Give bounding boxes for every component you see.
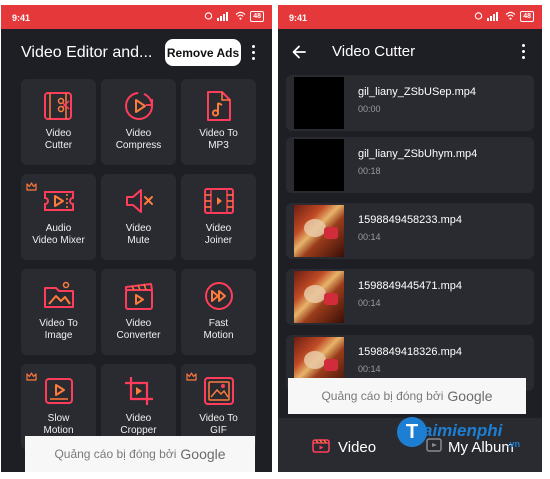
ad-banner[interactable]: Quảng cáo bị đóng bởi Google <box>25 436 255 472</box>
video-list-item[interactable]: 1598849458233.mp4 00:14 <box>286 203 534 259</box>
tool-label: Video To GIF <box>199 413 238 436</box>
video-duration: 00:14 <box>358 298 381 308</box>
wifi-icon <box>505 11 516 22</box>
premium-crown-icon <box>186 368 197 381</box>
fast-forward-icon <box>202 279 236 313</box>
mute-speaker-icon <box>122 184 156 218</box>
crop-icon <box>122 374 156 408</box>
film-strip-icon <box>202 184 236 218</box>
video-filename: gil_liany_ZSbUhym.mp4 <box>358 148 478 160</box>
video-list-item[interactable]: gil_liany_ZSbUSep.mp4 00:00 <box>286 75 534 131</box>
alarm-icon <box>204 11 213 22</box>
ad-text: Quảng cáo bị đóng bởi <box>321 389 444 403</box>
tool-label: Video Cropper <box>120 413 157 436</box>
video-filename: 1598849445471.mp4 <box>358 280 462 292</box>
music-file-icon <box>202 89 236 123</box>
tool-label: Video To Image <box>39 318 78 341</box>
status-icons: 48 <box>204 11 264 22</box>
ticket-audio-icon <box>42 184 76 218</box>
battery-icon: 48 <box>520 11 534 22</box>
status-bar: 9:41 48 <box>278 5 542 29</box>
slow-play-icon <box>42 374 76 408</box>
tool-label: Audio Video Mixer <box>32 223 85 246</box>
tool-label: Video Cutter <box>44 128 73 151</box>
video-duration: 00:00 <box>358 104 381 114</box>
video-thumbnail <box>294 271 344 323</box>
premium-crown-icon <box>26 368 37 381</box>
tool-tile[interactable]: Video To MP3 <box>181 79 256 165</box>
tool-label: Video Compress <box>115 128 162 151</box>
compress-icon <box>122 89 156 123</box>
tool-tile[interactable]: Video Cutter <box>21 79 96 165</box>
status-time: 9:41 <box>289 13 308 23</box>
signal-icon <box>487 12 501 21</box>
site-watermark: T aimienphi .vn <box>397 415 535 453</box>
battery-icon: 48 <box>250 11 264 22</box>
tool-tile[interactable]: Video Converter <box>101 269 176 355</box>
status-bar: 9:41 48 <box>1 5 272 29</box>
tool-label: Video To MP3 <box>199 128 238 151</box>
more-options-icon[interactable] <box>522 44 525 59</box>
ad-text: Quảng cáo bị đóng bởi <box>54 447 177 461</box>
tool-label: Video Joiner <box>204 223 233 246</box>
video-folder-icon <box>312 437 330 457</box>
ad-brand: Google <box>447 388 493 404</box>
watermark-tld: .vn <box>507 439 521 449</box>
status-icons: 48 <box>474 11 534 22</box>
tool-label: Slow Motion <box>43 413 74 436</box>
cut-video-icon <box>42 89 76 123</box>
tool-tile[interactable]: Video Compress <box>101 79 176 165</box>
video-thumbnail <box>294 77 344 129</box>
video-list-item[interactable]: gil_liany_ZSbUhym.mp4 00:18 <box>286 137 534 193</box>
video-list-item[interactable]: 1598849445471.mp4 00:14 <box>286 269 534 325</box>
status-time: 9:41 <box>12 13 31 23</box>
tool-tile[interactable]: Audio Video Mixer <box>21 174 96 260</box>
tool-label: Fast Motion <box>203 318 234 341</box>
app-bar: Video Cutter <box>278 29 542 73</box>
back-arrow-icon[interactable] <box>292 45 306 59</box>
ad-banner[interactable]: Quảng cáo bị đóng bởi Google <box>288 378 526 414</box>
wifi-icon <box>235 11 246 22</box>
tool-tile[interactable]: Video To Image <box>21 269 96 355</box>
video-filename: 1598849458233.mp4 <box>358 214 462 226</box>
app-title: Video Editor and... <box>21 44 153 61</box>
video-duration: 00:18 <box>358 166 381 176</box>
ad-brand: Google <box>180 446 226 462</box>
tool-tile[interactable]: Video Joiner <box>181 174 256 260</box>
tool-label: Video Converter <box>116 318 161 341</box>
watermark-brand: aimienphi <box>423 421 503 440</box>
nav-video-tab[interactable]: Video <box>312 437 376 457</box>
alarm-icon <box>474 11 483 22</box>
video-filename: gil_liany_ZSbUSep.mp4 <box>358 86 477 98</box>
more-options-icon[interactable] <box>252 45 255 60</box>
image-folder-icon <box>42 279 76 313</box>
nav-video-label: Video <box>338 438 377 456</box>
video-duration: 00:14 <box>358 232 381 242</box>
video-thumbnail <box>294 139 344 191</box>
video-thumbnail <box>294 205 344 257</box>
left-screen: 9:41 48 Video Editor and... Remove Ads V… <box>1 5 272 472</box>
tool-label: Video Mute <box>125 223 152 246</box>
right-screen: 9:41 48 Video Cutter gil_liany_ZSbUSep.m… <box>278 5 542 472</box>
app-bar: Video Editor and... Remove Ads <box>1 29 272 77</box>
remove-ads-button[interactable]: Remove Ads <box>165 39 241 66</box>
video-duration: 00:14 <box>358 364 381 374</box>
clapper-icon <box>122 279 156 313</box>
signal-icon <box>217 12 231 21</box>
video-filename: 1598849418326.mp4 <box>358 346 462 358</box>
premium-crown-icon <box>26 178 37 191</box>
tool-tile[interactable]: Fast Motion <box>181 269 256 355</box>
page-title: Video Cutter <box>332 43 416 60</box>
gif-image-icon <box>202 374 236 408</box>
tool-tile[interactable]: Video Mute <box>101 174 176 260</box>
